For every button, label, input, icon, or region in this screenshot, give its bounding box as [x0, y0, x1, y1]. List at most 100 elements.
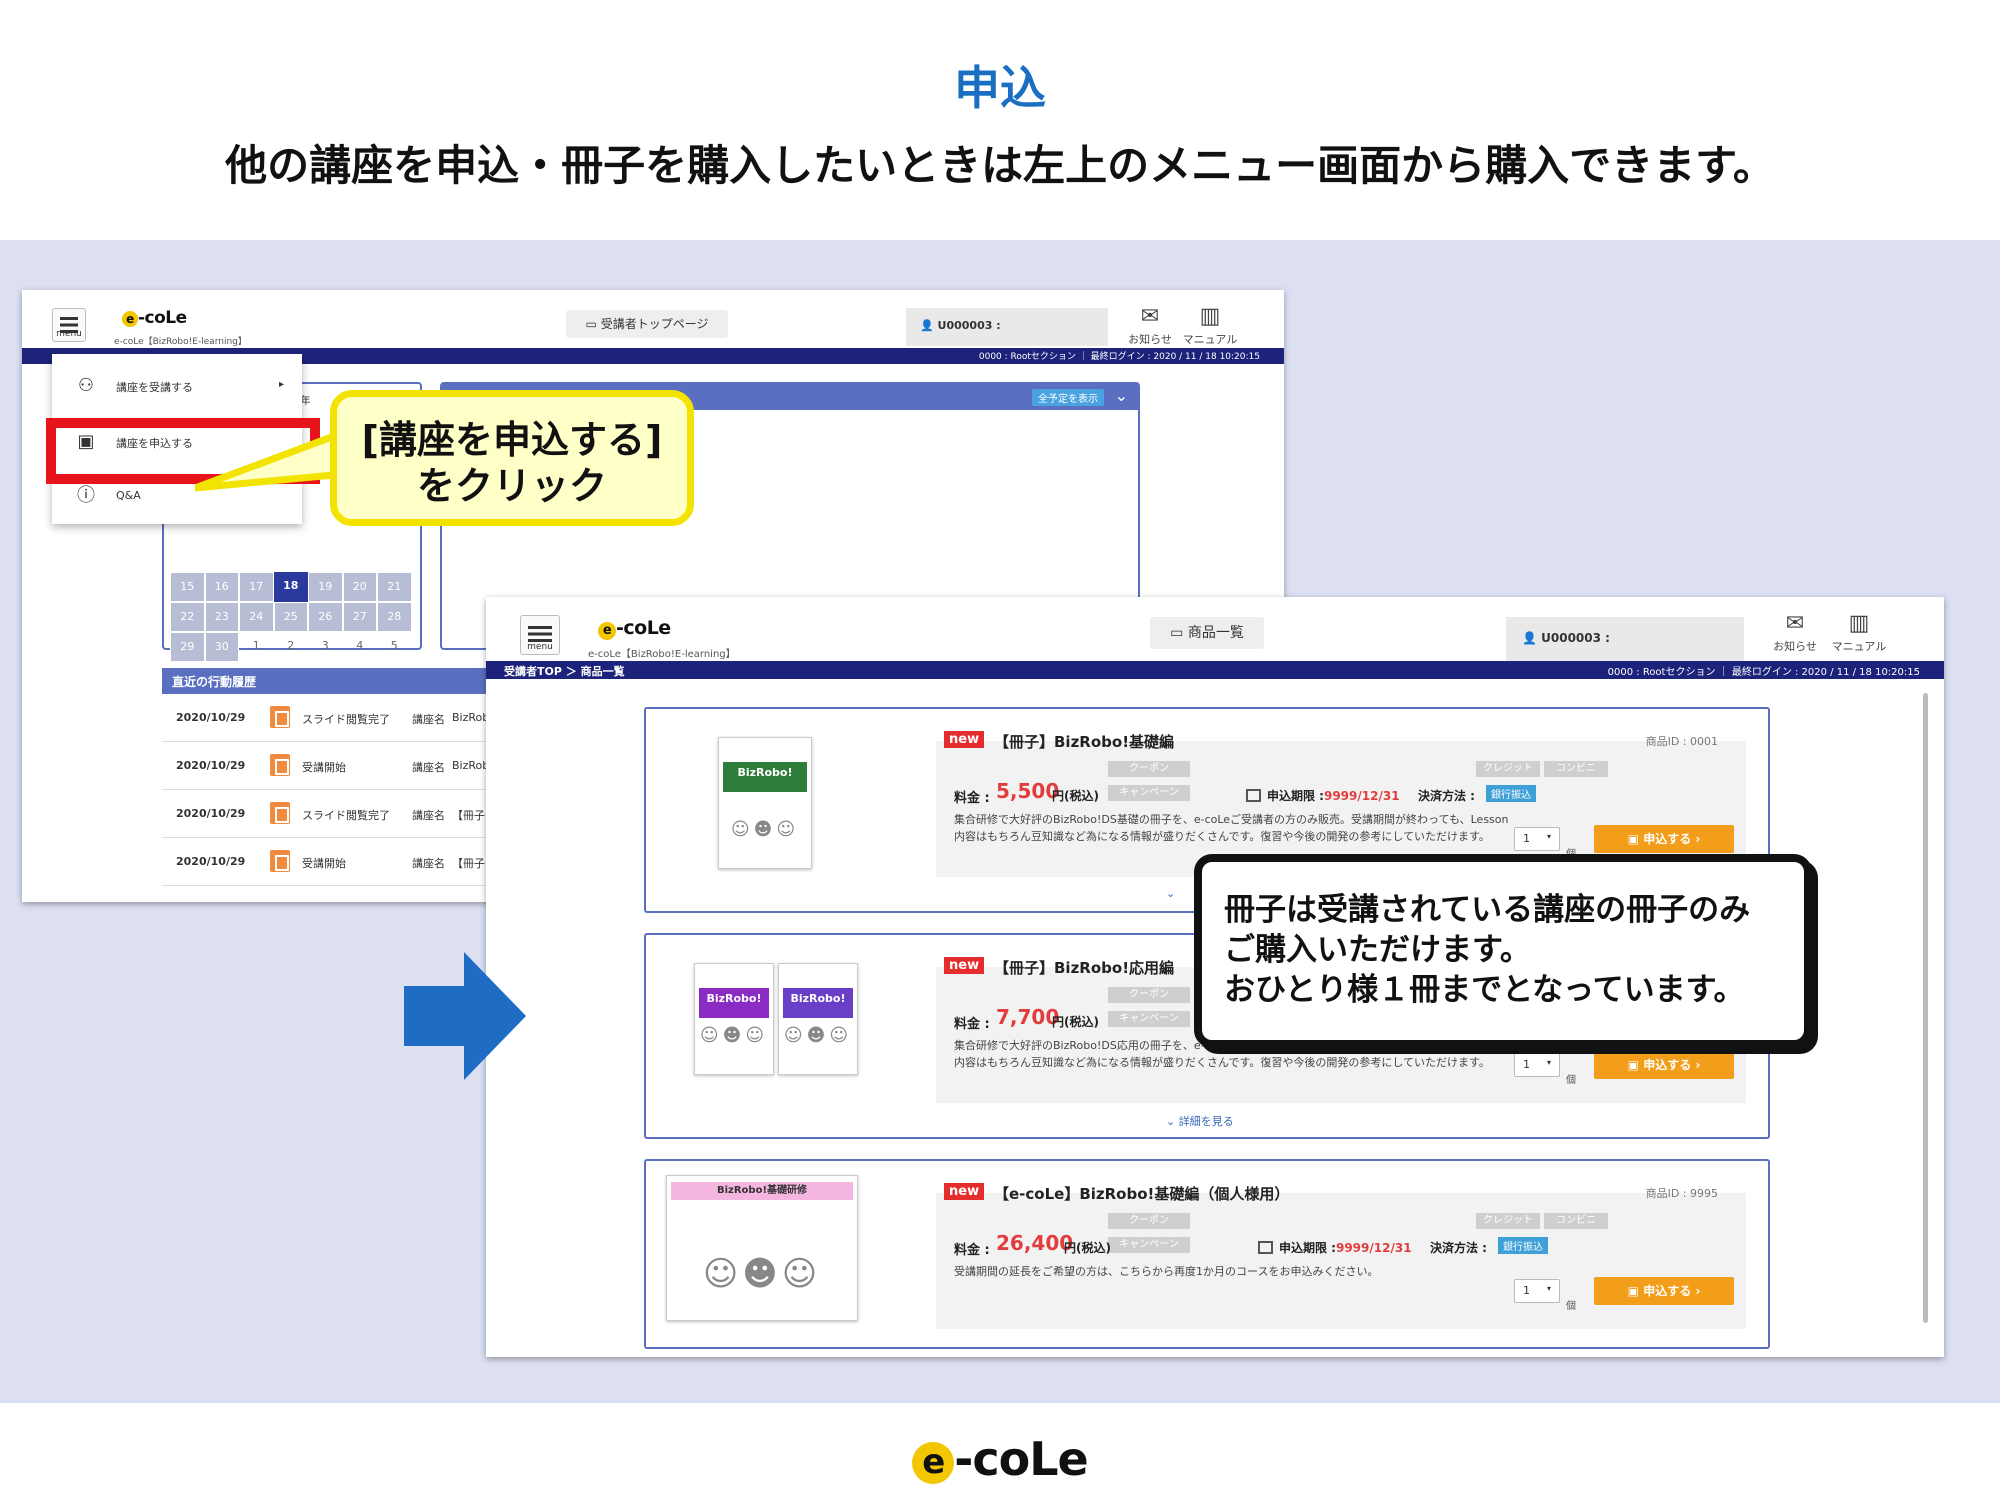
envelope-icon: ✉ — [1785, 611, 1805, 636]
footer-logo: e -coLe — [0, 1432, 2000, 1486]
breadcrumb[interactable]: 受講者TOP ＞ 商品一覧 — [504, 663, 625, 679]
calendar-day[interactable]: 5 — [377, 632, 412, 662]
ecole-logo[interactable]: e -coLe — [122, 308, 187, 328]
chevron-down-icon: ▾ — [1546, 1284, 1551, 1293]
campaign-chip: キャンペーン — [1108, 1237, 1190, 1253]
manual-button[interactable]: ▥ マニュアル — [1828, 613, 1890, 654]
details-link[interactable]: ⌄ 詳細を見る — [1166, 1113, 1234, 1129]
calendar-row — [170, 542, 412, 572]
calendar-day[interactable]: 19 — [308, 572, 343, 602]
slide-subtitle: 他の講座を申込・冊子を購入したいときは左上のメニュー画面から購入できます。 — [225, 141, 1775, 190]
apply-button[interactable]: ▣ 申込する › — [1594, 825, 1734, 853]
user-id: U000003 : — [1541, 631, 1610, 645]
history-course-label: 講座名 — [412, 761, 445, 774]
quantity-unit: 個 — [1566, 1301, 1576, 1312]
calendar-day[interactable]: 29 — [170, 632, 205, 662]
menu-button[interactable]: menu — [52, 308, 86, 342]
history-course: 【冊子 — [452, 857, 485, 870]
hamburger-icon — [528, 626, 552, 642]
book-icon: ▥ — [1199, 304, 1221, 329]
calendar-icon — [1246, 789, 1261, 802]
bank-transfer-chip: 銀行振込 — [1498, 1237, 1548, 1254]
product-thumbnail: BizRobo! ☺☻☺ — [778, 963, 858, 1075]
quantity-select[interactable]: 1 ▾ — [1514, 827, 1560, 851]
user-icon: 👤 — [1522, 631, 1542, 645]
apply-button[interactable]: ▣ 申込する › — [1594, 1277, 1734, 1305]
menu-item-take-course[interactable]: ⚇ 講座を受講する ▸ — [52, 360, 302, 412]
calendar-day[interactable]: 3 — [308, 632, 343, 662]
calendar-day[interactable]: 16 — [204, 572, 239, 602]
top-bar: menu e -coLe e-coLe【BizRobo!E-learning】 ▭… — [486, 597, 1944, 661]
user-box[interactable]: 👤 U000003 : — [1506, 617, 1744, 661]
slide-doc-icon — [270, 754, 290, 776]
calendar-day-today[interactable]: 18 — [273, 572, 308, 602]
coupon-chip: クーポン — [1108, 761, 1190, 777]
calendar-row: 29 30 1 2 3 4 5 — [170, 632, 412, 662]
calendar-day[interactable]: 2 — [274, 632, 309, 662]
history-action: 受講開始 — [302, 857, 346, 870]
product-title[interactable]: 【e-coLe】BizRobo!基礎編（個人様用） — [994, 1183, 1289, 1204]
price-label: 料金 : — [954, 1243, 990, 1258]
product-thumbnail: BizRobo!基礎研修 ☺☻☺ — [666, 1175, 858, 1321]
credit-chip: クレジット — [1476, 761, 1540, 777]
chevron-down-icon[interactable]: ⌄ — [1115, 386, 1128, 405]
book-icon: ▥ — [1848, 611, 1870, 636]
new-badge: new — [944, 731, 985, 748]
menu-label: menu — [527, 642, 553, 652]
ecole-logo[interactable]: e -coLe — [598, 617, 671, 640]
cart-icon: ▣ — [1627, 1058, 1644, 1072]
notice-button[interactable]: ✉ お知らせ — [1770, 613, 1820, 654]
deadline: 申込期限 :9999/12/31 — [1246, 787, 1400, 804]
calendar-day[interactable]: 30 — [204, 632, 239, 662]
history-date: 2020/10/29 — [176, 711, 246, 724]
note-box: 冊子は受講されている講座の冊子のみ ご購入いただけます。 おひとり様１冊までとな… — [1194, 854, 1812, 1048]
campaign-chip: キャンペーン — [1108, 1011, 1190, 1027]
notice-label: お知らせ — [1773, 640, 1817, 653]
product-title[interactable]: 【冊子】BizRobo!基礎編 — [994, 731, 1174, 752]
notice-button[interactable]: ✉ お知らせ — [1128, 306, 1172, 347]
calendar-day[interactable]: 28 — [377, 602, 412, 632]
calendar-day[interactable]: 4 — [343, 632, 378, 662]
calendar-day[interactable]: 20 — [342, 572, 377, 602]
scrollbar[interactable] — [1923, 693, 1928, 1323]
user-box[interactable]: 👤 U000003 : — [906, 308, 1108, 346]
show-all-button[interactable]: 全予定を表示 — [1032, 389, 1104, 406]
product-card: BizRobo!基礎研修 ☺☻☺ new 【e-coLe】BizRobo!基礎編（個人… — [644, 1159, 1770, 1349]
person-lock-icon: ⚇ — [77, 375, 95, 396]
calendar-day[interactable]: 26 — [308, 602, 343, 632]
logo-e-mark: e — [122, 311, 138, 327]
calendar-day[interactable]: 25 — [273, 602, 308, 632]
quantity-value: 1 — [1523, 1284, 1530, 1297]
submenu-arrow-icon: ▸ — [278, 379, 284, 390]
product-title[interactable]: 【冊子】BizRobo!応用編 — [994, 957, 1174, 978]
calendar-day[interactable]: 23 — [204, 602, 239, 632]
calendar-day[interactable]: 1 — [239, 632, 274, 662]
thumbnail-tag: BizRobo!基礎研修 — [671, 1182, 853, 1200]
expand-chevron[interactable]: ⌄ — [1166, 887, 1175, 900]
calendar-day[interactable]: 24 — [239, 602, 274, 632]
question-icon: ⓘ — [77, 485, 95, 506]
menu-button[interactable]: menu — [520, 615, 560, 655]
chevron-down-icon: ⌄ — [1166, 887, 1176, 900]
product-list-button[interactable]: ▭ 商品一覧 — [1150, 617, 1264, 649]
calendar-day[interactable]: 15 — [170, 572, 205, 602]
logo-e-mark: e — [598, 622, 616, 640]
callout-line-1: [講座を申込する] — [361, 418, 663, 462]
top-page-button[interactable]: ▭ 受講者トップページ — [566, 310, 728, 338]
manual-button[interactable]: ▥ マニュアル — [1182, 306, 1238, 347]
price-label: 料金 : — [954, 1017, 990, 1032]
quantity-select[interactable]: 1 ▾ — [1514, 1279, 1560, 1303]
apply-button[interactable]: ▣ 申込する › — [1594, 1051, 1734, 1079]
quantity-select[interactable]: 1 ▾ — [1514, 1053, 1560, 1077]
history-course: 【冊子 — [452, 809, 485, 822]
history-action: スライド閲覧完了 — [302, 809, 390, 822]
calendar-day[interactable]: 21 — [377, 572, 412, 602]
calendar-day[interactable]: 17 — [239, 572, 274, 602]
calendar-day[interactable]: 27 — [342, 602, 377, 632]
logo-text: -coLe — [616, 617, 671, 639]
note-line-2: ご購入いただけます。 — [1224, 932, 1531, 968]
logo-text: -coLe — [954, 1432, 1088, 1486]
calendar-day[interactable]: 22 — [170, 602, 205, 632]
apply-label: 申込する — [1643, 1284, 1692, 1298]
envelope-icon: ✉ — [1140, 304, 1160, 329]
